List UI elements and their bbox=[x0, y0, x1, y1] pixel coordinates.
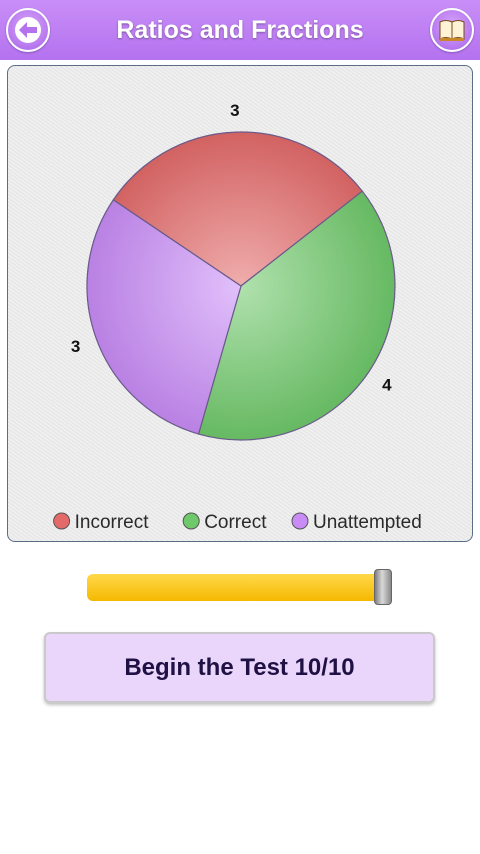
slider-thumb[interactable] bbox=[374, 569, 392, 605]
legend-item-correct: Correct bbox=[182, 512, 267, 533]
chart-panel: 3 4 3 Incorrect Correct Unattempted bbox=[7, 65, 473, 542]
book-icon bbox=[439, 20, 465, 41]
legend-label-incorrect: Incorrect bbox=[75, 512, 150, 533]
slider-fill bbox=[87, 574, 383, 601]
page-title: Ratios and Fractions bbox=[116, 16, 364, 44]
legend-item-unattempted: Unattempted bbox=[291, 512, 422, 533]
legend-label-unattempted: Unattempted bbox=[313, 512, 422, 533]
data-label-incorrect: 3 bbox=[230, 101, 239, 120]
begin-test-button[interactable]: Begin the Test 10/10 bbox=[44, 632, 435, 703]
legend-swatch-unattempted bbox=[291, 512, 309, 530]
legend-item-incorrect: Incorrect bbox=[53, 512, 150, 533]
back-button[interactable] bbox=[6, 8, 50, 52]
legend-swatch-correct bbox=[182, 512, 200, 530]
progress-slider[interactable] bbox=[87, 569, 392, 605]
chart-legend: Incorrect Correct Unattempted bbox=[53, 512, 422, 533]
legend-swatch-incorrect bbox=[53, 512, 71, 530]
data-label-correct: 4 bbox=[382, 375, 392, 394]
data-label-unattempted: 3 bbox=[71, 337, 80, 356]
book-button[interactable] bbox=[430, 8, 474, 52]
legend-label-correct: Correct bbox=[204, 512, 267, 533]
app-header: Ratios and Fractions bbox=[0, 0, 480, 60]
pie-chart: 3 4 3 Incorrect Correct Unattempted bbox=[53, 101, 422, 533]
back-arrow-icon bbox=[15, 17, 41, 43]
